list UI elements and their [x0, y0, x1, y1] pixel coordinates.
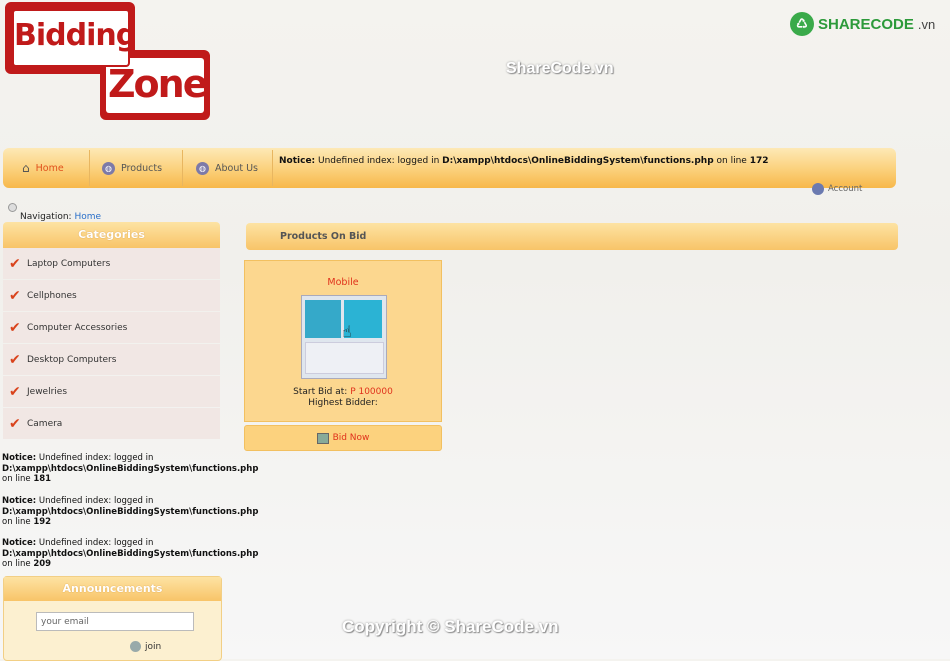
category-item[interactable]: ✔ Camera [3, 408, 220, 439]
highest-bidder-label: Highest Bidder: [308, 398, 378, 408]
logo-text-bidding: Bidding [14, 18, 137, 53]
product-title[interactable]: Mobile [245, 277, 441, 288]
checkmark-icon: ✔ [9, 287, 21, 304]
account-link[interactable]: Account [812, 183, 862, 195]
join-label: join [145, 641, 162, 652]
php-notice-side: Notice: Undefined index: logged in D:\xa… [2, 538, 258, 570]
home-icon: ⌂ [22, 161, 30, 175]
sharecode-brand-suffix: .vn [917, 16, 936, 32]
notice-path: D:\xampp\htdocs\OnlineBiddingSystem\func… [2, 463, 259, 474]
category-label: Laptop Computers [27, 258, 111, 269]
notice-path: D:\xampp\htdocs\OnlineBiddingSystem\func… [2, 506, 259, 517]
category-item[interactable]: ✔ Laptop Computers [3, 248, 220, 279]
bid-now-button[interactable]: Bid Now [244, 425, 442, 451]
notice-line-label: on line [2, 559, 34, 569]
category-label: Cellphones [27, 290, 77, 301]
breadcrumb-label: Navigation: [20, 212, 72, 222]
notice-line: 192 [33, 517, 52, 527]
notice-text: Undefined index: logged in [36, 496, 154, 506]
announcements-panel: Announcements join [3, 576, 222, 661]
category-item[interactable]: ✔ Cellphones [3, 280, 220, 311]
watermark-top: ShareCode.vn [506, 60, 614, 77]
sharecode-brand: ♺ SHARECODE .vn [790, 12, 935, 36]
category-item[interactable]: ✔ Jewelries [3, 376, 220, 407]
join-icon [130, 641, 141, 652]
categories-title: Categories [3, 222, 220, 248]
logo-text-zone: Zone [108, 62, 208, 106]
notice-prefix: Notice: [2, 538, 37, 548]
checkmark-icon: ✔ [9, 351, 21, 368]
category-label: Desktop Computers [27, 354, 117, 365]
nav-divider [89, 150, 90, 186]
notice-line-label: on line [2, 474, 34, 484]
start-bid-value: P 100000 [350, 387, 393, 397]
product-thumbnail[interactable]: ☝ [301, 295, 387, 379]
checkmark-icon: ✔ [9, 415, 21, 432]
notice-line: 209 [33, 559, 52, 569]
notice-suffix: on line [713, 156, 750, 166]
sharecode-brand-main: SHARECODE [818, 15, 914, 33]
notice-text: Undefined index: logged in [36, 538, 154, 548]
nav-divider [182, 150, 183, 186]
account-label: Account [828, 184, 863, 194]
sharecode-logo-icon: ♺ [790, 12, 814, 36]
notice-prefix: Notice: [2, 496, 37, 506]
user-icon [812, 183, 824, 195]
announcements-title: Announcements [4, 577, 221, 601]
breadcrumb-bullet-icon [8, 203, 17, 212]
nav-about-us[interactable]: ◍ About Us [196, 148, 258, 188]
checkmark-icon: ✔ [9, 255, 21, 272]
category-item[interactable]: ✔ Desktop Computers [3, 344, 220, 375]
product-card: Mobile ☝ Start Bid at: P 100000 Highest … [244, 260, 442, 422]
notice-path: D:\xampp\htdocs\OnlineBiddingSystem\func… [2, 548, 259, 559]
notice-text: Undefined index: logged in [315, 156, 443, 166]
globe-icon: ◍ [196, 161, 209, 175]
notice-prefix: Notice: [279, 156, 316, 166]
php-notice-side: Notice: Undefined index: logged in D:\xa… [2, 453, 258, 485]
join-button[interactable]: join [130, 641, 161, 652]
thumbnail-table [305, 342, 384, 374]
nav-products-label: Products [121, 162, 163, 174]
image-icon [316, 432, 329, 444]
notice-line: 181 [33, 474, 52, 484]
bid-now-label: Bid Now [332, 433, 370, 443]
notice-text: Undefined index: logged in [36, 453, 154, 463]
category-label: Computer Accessories [27, 322, 128, 333]
category-label: Camera [27, 418, 63, 429]
product-bid-info: Start Bid at: P 100000 Highest Bidder: [245, 387, 441, 409]
category-label: Jewelries [27, 386, 68, 397]
breadcrumb: Navigation: Home [20, 212, 101, 222]
section-title: Products On Bid [280, 231, 367, 242]
notice-prefix: Notice: [2, 453, 37, 463]
nav-home[interactable]: ⌂ Home [22, 148, 64, 188]
breadcrumb-home-link[interactable]: Home [74, 212, 101, 222]
thumbnail-panel [305, 300, 341, 338]
nav-products[interactable]: ◍ Products [102, 148, 162, 188]
notice-line-label: on line [2, 517, 34, 527]
start-bid-label: Start Bid at: [293, 387, 351, 397]
category-item[interactable]: ✔ Computer Accessories [3, 312, 220, 343]
categories-list: ✔ Laptop Computers ✔ Cellphones ✔ Computer … [3, 248, 220, 440]
checkmark-icon: ✔ [9, 383, 21, 400]
products-on-bid-header: Products On Bid [246, 223, 898, 250]
php-notice-side: Notice: Undefined index: logged in D:\xa… [2, 496, 258, 528]
nav-about-label: About Us [215, 162, 259, 174]
notice-line: 172 [749, 156, 769, 166]
nav-divider [272, 150, 273, 186]
globe-icon: ◍ [102, 161, 115, 175]
email-input[interactable] [36, 612, 194, 631]
checkmark-icon: ✔ [9, 319, 21, 336]
nav-home-label: Home [35, 162, 64, 174]
watermark-bottom: Copyright © ShareCode.vn [342, 617, 559, 636]
php-notice-nav: Notice: Undefined index: logged in D:\xa… [279, 156, 769, 166]
pointer-hand-icon: ☝ [342, 322, 352, 341]
notice-path: D:\xampp\htdocs\OnlineBiddingSystem\func… [442, 156, 714, 166]
